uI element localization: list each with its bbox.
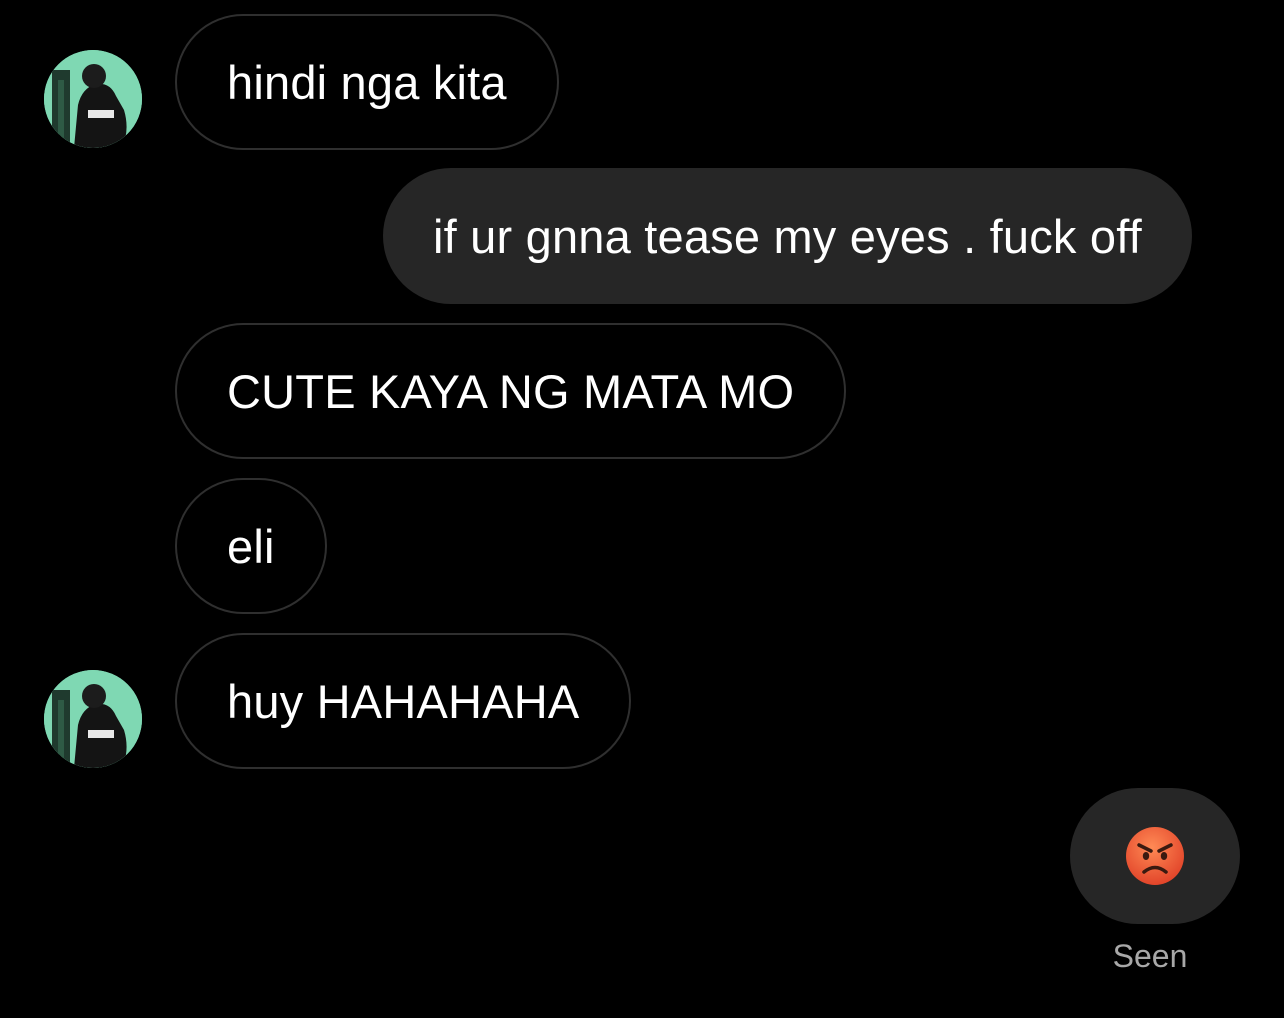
message-text: hindi nga kita <box>227 55 507 109</box>
message-text: eli <box>227 519 275 573</box>
incoming-message[interactable]: eli <box>175 478 327 614</box>
message-text: huy HAHAHAHA <box>227 674 580 728</box>
message-text: if ur gnna tease my eyes . fuck off <box>433 209 1142 263</box>
outgoing-emoji-message[interactable] <box>1070 788 1240 924</box>
message-text: CUTE KAYA NG MATA MO <box>227 364 795 418</box>
incoming-message[interactable]: huy HAHAHAHA <box>175 633 632 769</box>
seen-status: Seen <box>1112 938 1188 974</box>
contact-avatar[interactable] <box>44 50 142 148</box>
incoming-message[interactable]: CUTE KAYA NG MATA MO <box>175 323 847 459</box>
contact-avatar[interactable] <box>44 670 142 768</box>
incoming-message[interactable]: hindi nga kita <box>175 14 559 150</box>
angry-face-icon <box>1126 827 1184 885</box>
message-thread: hindi nga kita if ur gnna tease my eyes … <box>0 0 1284 1018</box>
outgoing-message[interactable]: if ur gnna tease my eyes . fuck off <box>383 168 1192 304</box>
